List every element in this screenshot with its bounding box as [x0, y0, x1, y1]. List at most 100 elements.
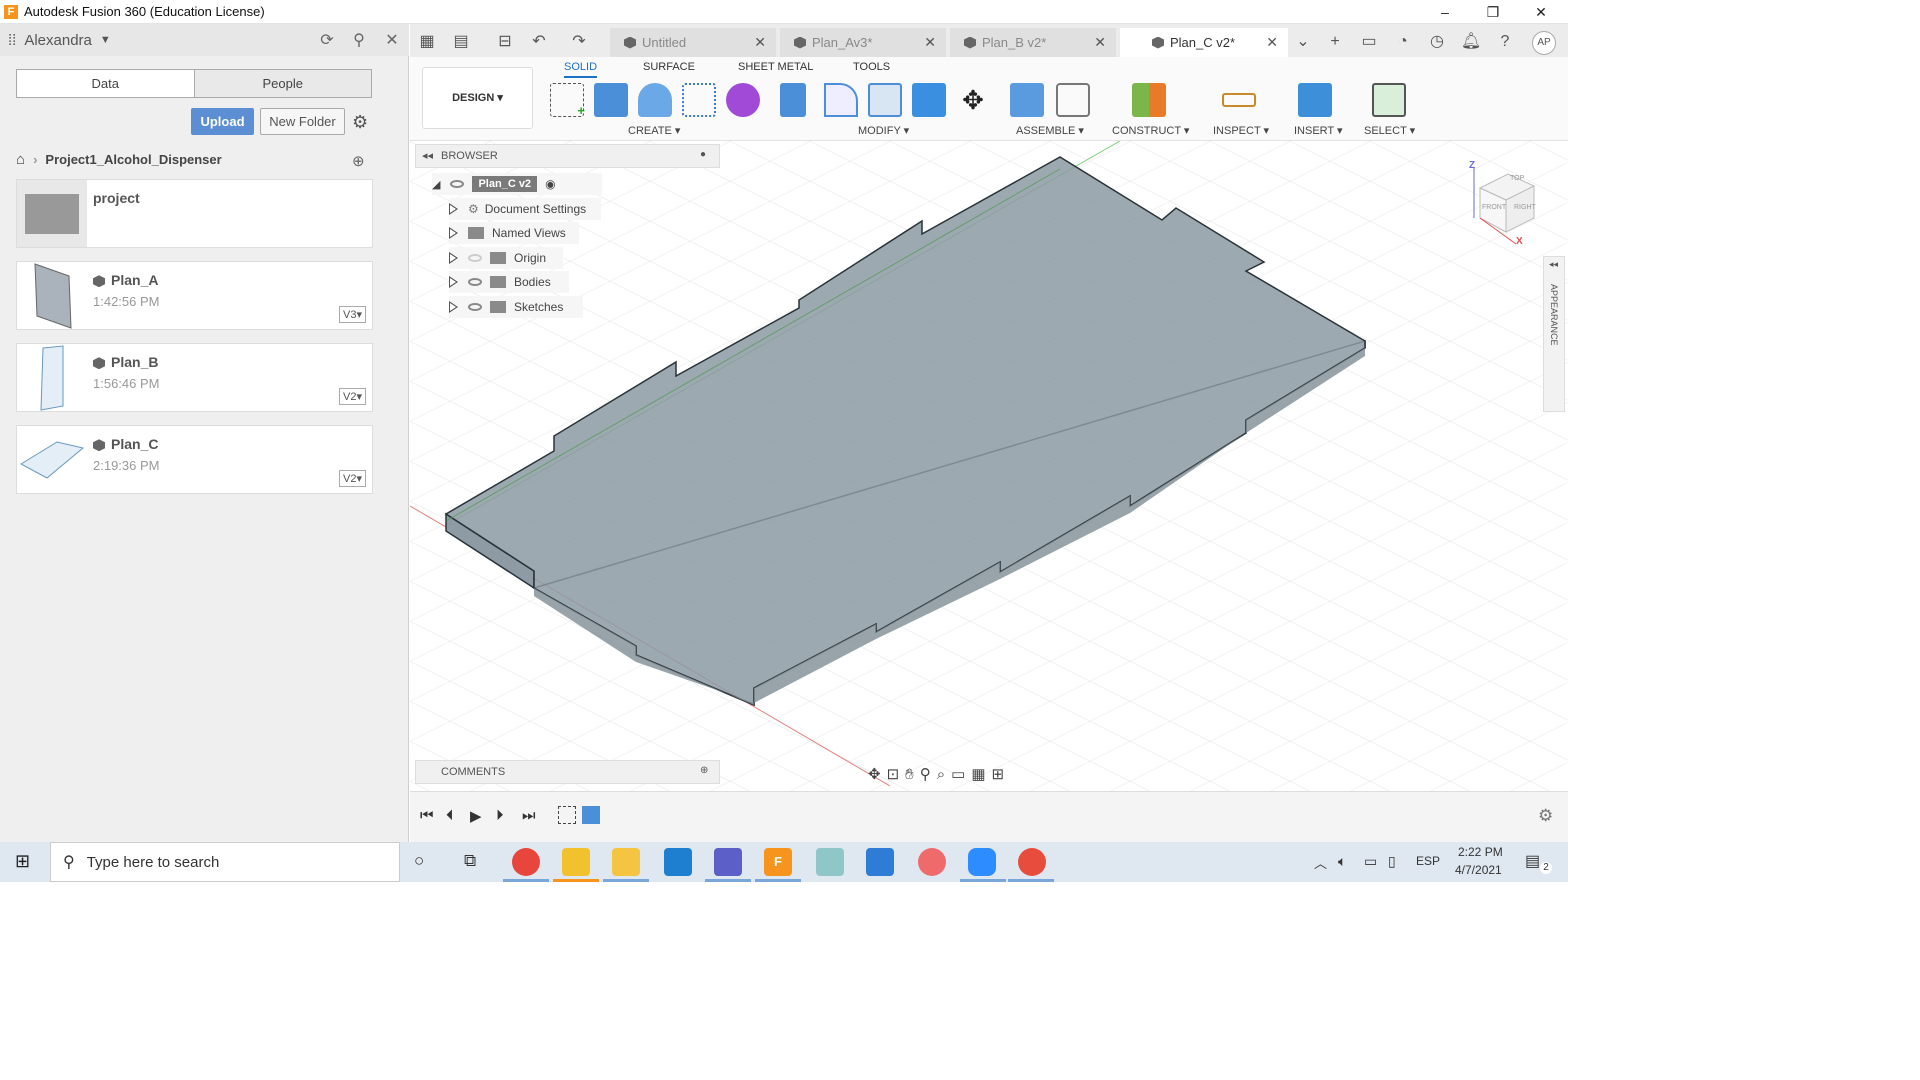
create-form-icon[interactable] [726, 83, 760, 117]
tree-item-origin[interactable]: Origin [449, 247, 563, 269]
grid-settings-icon[interactable]: ▦ [971, 765, 985, 783]
teams-icon[interactable] [714, 848, 742, 876]
orbit-icon[interactable]: ✥ [868, 765, 881, 783]
activate-radio-icon[interactable]: ◉ [545, 177, 555, 191]
version-dropdown[interactable]: V2▾ [339, 470, 366, 487]
close-panel-icon[interactable]: ✕ [381, 30, 403, 52]
collapse-icon[interactable]: ◂◂ [422, 149, 433, 162]
insert-menu[interactable]: INSERT ▾ [1294, 124, 1343, 137]
viewports-icon[interactable]: ⊞ [992, 765, 1005, 783]
chrome-icon[interactable] [512, 848, 540, 876]
display-settings-icon[interactable]: ▭ [951, 765, 965, 783]
tree-item-document-settings[interactable]: ⚙ Document Settings [449, 198, 601, 220]
tab-untitled[interactable]: Untitled ✕ [610, 28, 776, 57]
close-tab-icon[interactable]: ✕ [1094, 34, 1106, 51]
measure-icon[interactable] [1222, 93, 1256, 107]
globe-icon[interactable]: ⊕ [352, 152, 365, 170]
help-icon[interactable]: ? [1494, 31, 1516, 53]
tab-plan-a[interactable]: Plan_Av3* ✕ [780, 28, 946, 57]
version-dropdown[interactable]: V2▾ [339, 388, 366, 405]
restore-button[interactable]: ❐ [1470, 0, 1516, 24]
avatar[interactable]: AP [1532, 31, 1556, 55]
tab-plan-b[interactable]: Plan_B v2* ✕ [950, 28, 1116, 57]
add-comment-icon[interactable]: ⊕ [700, 765, 708, 776]
upload-button[interactable]: Upload [191, 108, 254, 135]
file-explorer-icon[interactable] [612, 848, 640, 876]
move-icon[interactable]: ✥ [956, 83, 990, 117]
fusion-360-icon[interactable]: F [764, 848, 792, 876]
app-icon[interactable] [816, 848, 844, 876]
workspace-switcher[interactable]: DESIGN ▾ [422, 67, 533, 129]
search-icon[interactable]: ⚲ [348, 30, 370, 52]
expand-triangle-icon[interactable] [449, 276, 458, 288]
assemble-menu[interactable]: ASSEMBLE ▾ [1016, 124, 1084, 137]
user-menu[interactable]: ⁞⁞ Alexandra ▼ [8, 32, 111, 49]
taskbar-search-input[interactable]: ⚲ Type here to search [50, 842, 400, 882]
extrude-icon[interactable] [594, 83, 628, 117]
file-card[interactable]: Plan_C 2:19:36 PM V2▾ [16, 425, 373, 494]
file-card[interactable]: Plan_A 1:42:56 PM V3▾ [16, 261, 373, 330]
extensions-icon[interactable]: ◔ [1392, 31, 1414, 53]
appearance-panel-tab[interactable]: ◂◂ APPEARANCE [1543, 256, 1565, 412]
file-card[interactable]: Plan_B 1:56:46 PM V2▾ [16, 343, 373, 412]
expand-triangle-icon[interactable] [449, 227, 458, 239]
minimize-button[interactable]: – [1422, 0, 1468, 24]
chevron-up-icon[interactable]: ︿ [1314, 853, 1327, 872]
inspect-menu[interactable]: INSPECT ▾ [1213, 124, 1269, 137]
expand-triangle-icon[interactable] [449, 203, 458, 215]
tab-data[interactable]: Data [17, 70, 195, 97]
close-window-button[interactable]: ✕ [1518, 0, 1564, 24]
expand-triangle-icon[interactable] [449, 301, 458, 313]
home-icon[interactable]: ⌂ [16, 151, 25, 168]
close-tab-icon[interactable]: ✕ [754, 34, 766, 51]
insert-image-icon[interactable] [1298, 83, 1332, 117]
eye-icon[interactable] [450, 180, 465, 188]
media-app-icon[interactable] [664, 848, 692, 876]
offset-plane-icon[interactable] [1132, 83, 1166, 117]
select-icon[interactable] [1372, 83, 1406, 117]
press-pull-icon[interactable] [780, 83, 806, 117]
tab-sheet-metal[interactable]: SHEET METAL [738, 61, 813, 73]
job-status-icon[interactable]: ◷ [1426, 31, 1448, 53]
tab-surface[interactable]: SURFACE [643, 61, 695, 73]
tab-solid[interactable]: SOLID [564, 61, 598, 78]
bell-icon[interactable]: 🔔︎ [1460, 31, 1482, 53]
new-tab-icon[interactable]: + [1324, 31, 1346, 53]
new-component-icon[interactable] [1010, 83, 1044, 117]
chevron-down-icon[interactable]: ⌄ [1292, 31, 1314, 53]
go-to-end-icon[interactable]: ⏭ [522, 807, 536, 824]
root-component-label[interactable]: Plan_C v2 [472, 176, 538, 192]
task-view-icon[interactable]: ⧉ [464, 851, 476, 871]
save-icon[interactable]: ⊟ [494, 31, 516, 53]
joint-icon[interactable] [1056, 83, 1090, 117]
zoom-app-icon[interactable] [968, 848, 996, 876]
zoom-window-icon[interactable]: ⌕ [937, 766, 945, 783]
pattern-icon[interactable] [682, 83, 716, 117]
sticky-notes-icon[interactable] [562, 848, 590, 876]
pan-icon[interactable]: ✋︎ [905, 766, 914, 783]
timeline-sketch-icon[interactable] [558, 806, 576, 824]
eye-icon[interactable] [468, 278, 482, 286]
collapse-triangle-icon[interactable]: ◢ [432, 178, 440, 191]
zoom-icon[interactable]: ⚲ [920, 765, 931, 783]
go-to-start-icon[interactable]: ⏮ [420, 807, 434, 824]
taskbar-date[interactable]: 4/7/2021 [1455, 863, 1502, 877]
photos-icon[interactable] [866, 848, 894, 876]
create-sketch-icon[interactable]: + [550, 83, 585, 118]
network-icon[interactable]: ▯ [1388, 853, 1396, 870]
paint-icon[interactable] [1018, 848, 1046, 876]
gear-icon[interactable]: ⚙ [1538, 806, 1553, 826]
look-at-icon[interactable]: ⊡ [887, 765, 900, 783]
timeline-extrude-icon[interactable] [582, 806, 600, 824]
file-menu-icon[interactable]: ▤ [450, 31, 472, 53]
combine-icon[interactable] [912, 83, 946, 117]
view-cube[interactable]: TOP FRONT RIGHT Z X [1466, 160, 1548, 247]
folder-card[interactable]: project [16, 179, 373, 248]
volume-icon[interactable]: 🔈︎ [1338, 853, 1346, 870]
3d-viewport[interactable] [410, 141, 1568, 791]
tab-plan-c[interactable]: Plan_C v2* ✕ [1120, 28, 1288, 57]
eye-icon[interactable] [468, 303, 482, 311]
revolve-icon[interactable] [638, 83, 672, 117]
browser-root-row[interactable]: ◢ Plan_C v2 ◉ [432, 173, 602, 195]
gear-icon[interactable]: ⚙ [352, 112, 368, 133]
